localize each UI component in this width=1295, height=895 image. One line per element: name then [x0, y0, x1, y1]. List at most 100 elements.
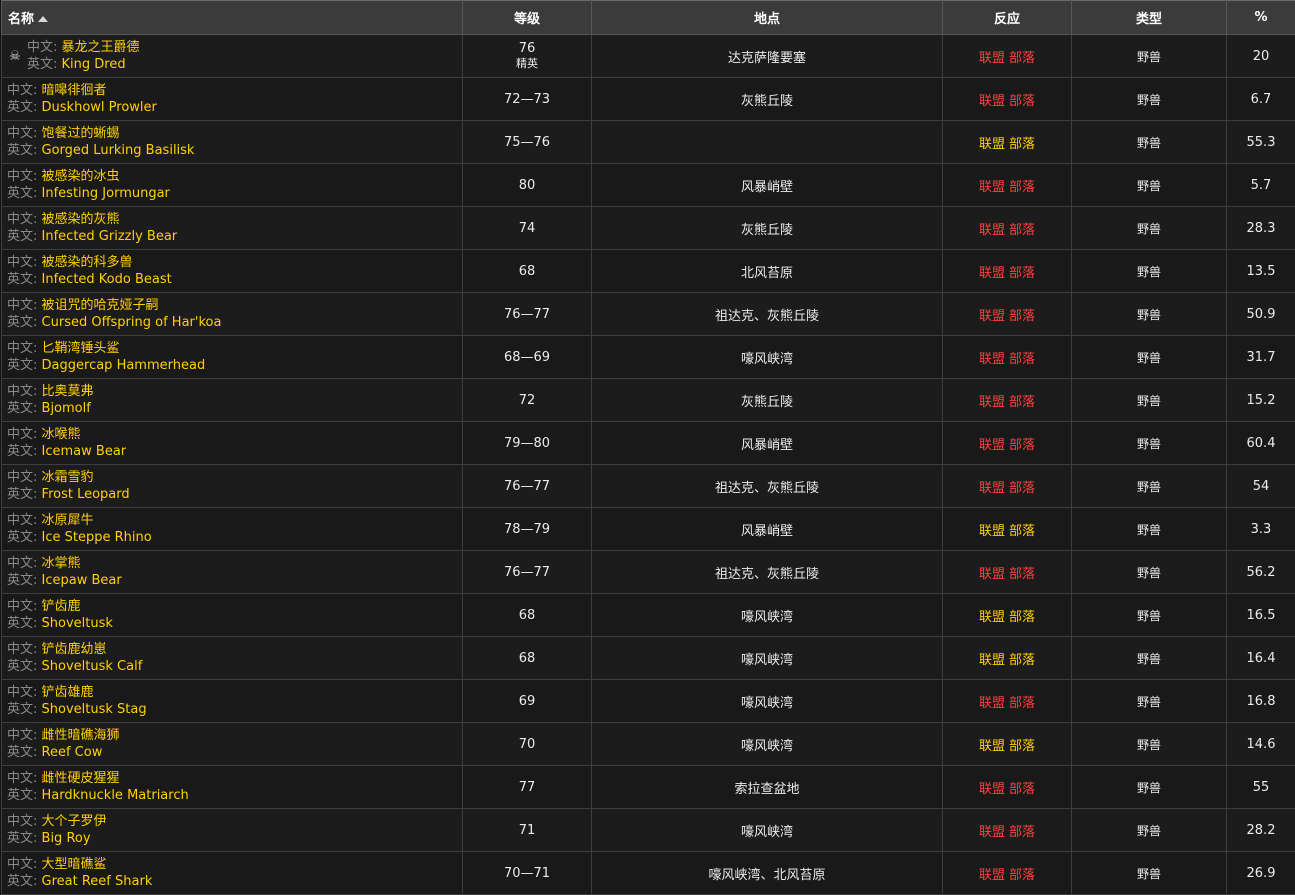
npc-name-en-link[interactable]: King Dred: [62, 57, 126, 72]
cn-label: 中文:: [7, 341, 37, 356]
npc-name-cn-link[interactable]: 饱餐过的蜥蜴: [42, 126, 120, 141]
npc-name-en-link[interactable]: Gorged Lurking Basilisk: [42, 143, 195, 158]
npc-name-cn-link[interactable]: 铲齿鹿: [42, 599, 81, 614]
level-value: 77: [463, 780, 591, 795]
npc-name-en-link[interactable]: Hardknuckle Matriarch: [42, 788, 189, 803]
column-header-type[interactable]: 类型: [1072, 1, 1227, 35]
npc-name-cn-link[interactable]: 冰喉熊: [42, 427, 81, 442]
npc-name-cn-link[interactable]: 比奥莫弗: [42, 384, 94, 399]
npc-name-en-link[interactable]: Bjomolf: [42, 401, 91, 416]
table-row[interactable]: 中文: 冰霜雪豹英文: Frost Leopard76—77祖达克、灰熊丘陵联盟…: [2, 465, 1295, 508]
column-header-reaction[interactable]: 反应: [943, 1, 1072, 35]
horde-reaction: 部落: [1009, 653, 1035, 668]
npc-name-en-link[interactable]: Duskhowl Prowler: [42, 100, 157, 115]
npc-name-en-link[interactable]: Daggercap Hammerhead: [42, 358, 206, 373]
npc-name-cn-link[interactable]: 大型暗礁鲨: [42, 857, 107, 872]
npc-name-cn-link[interactable]: 铲齿雄鹿: [42, 685, 94, 700]
table-row[interactable]: 中文: 被诅咒的哈克娅子嗣英文: Cursed Offspring of Har…: [2, 293, 1295, 336]
npc-name-cn-link[interactable]: 大个子罗伊: [42, 814, 107, 829]
table-row[interactable]: 中文: 雌性硬皮猩猩英文: Hardknuckle Matriarch77索拉查…: [2, 766, 1295, 809]
name-cn-line: 中文: 被感染的科多兽: [7, 254, 172, 271]
table-row[interactable]: 中文: 被感染的科多兽英文: Infected Kodo Beast68北风苔原…: [2, 250, 1295, 293]
en-label: 英文:: [27, 57, 57, 72]
column-header-name[interactable]: 名称: [2, 1, 463, 35]
horde-reaction: 部落: [1009, 180, 1035, 195]
npc-name-cn-link[interactable]: 铲齿鹿幼崽: [42, 642, 107, 657]
name-cell: 中文: 饱餐过的蜥蜴英文: Gorged Lurking Basilisk: [2, 121, 463, 164]
npc-name-en-link[interactable]: Great Reef Shark: [42, 874, 153, 889]
reaction-cell: 联盟部落: [943, 852, 1072, 895]
npc-name-en-link[interactable]: Shoveltusk Stag: [42, 702, 147, 717]
name-cell: 中文: 比奥莫弗英文: Bjomolf: [2, 379, 463, 422]
table-row[interactable]: 中文: 大个子罗伊英文: Big Roy71嚎风峡湾联盟部落野兽28.2: [2, 809, 1295, 852]
en-label: 英文:: [7, 229, 37, 244]
column-header-level[interactable]: 等级: [463, 1, 592, 35]
npc-name-cn-link[interactable]: 暴龙之王爵德: [62, 40, 140, 55]
npc-name-cn-link[interactable]: 雌性硬皮猩猩: [42, 771, 120, 786]
table-row[interactable]: 中文: 雌性暗礁海狮英文: Reef Cow70嚎风峡湾联盟部落野兽14.6: [2, 723, 1295, 766]
npc-name-cn-link[interactable]: 被诅咒的哈克娅子嗣: [42, 298, 159, 313]
table-row[interactable]: 中文: 铲齿鹿幼崽英文: Shoveltusk Calf68嚎风峡湾联盟部落野兽…: [2, 637, 1295, 680]
npc-name-cn-link[interactable]: 冰原犀牛: [42, 513, 94, 528]
npc-name-cn-link[interactable]: 匕鞘湾锤头鲨: [42, 341, 120, 356]
level-cell: 72: [463, 379, 592, 422]
percent-cell: 14.6: [1227, 723, 1295, 766]
name-en-line: 英文: Gorged Lurking Basilisk: [7, 142, 194, 159]
table-row[interactable]: 中文: 冰原犀牛英文: Ice Steppe Rhino78—79风暴峭壁联盟部…: [2, 508, 1295, 551]
horde-reaction: 部落: [1009, 524, 1035, 539]
en-label: 英文:: [7, 272, 37, 287]
reaction-cell: 联盟部落: [943, 594, 1072, 637]
npc-name-cn-link[interactable]: 雌性暗礁海狮: [42, 728, 120, 743]
table-row[interactable]: 中文: 比奥莫弗英文: Bjomolf72灰熊丘陵联盟部落野兽15.2: [2, 379, 1295, 422]
level-cell: 76精英: [463, 35, 592, 78]
npc-name-en-link[interactable]: Shoveltusk: [42, 616, 113, 631]
table-body: ☠中文: 暴龙之王爵德英文: King Dred76精英达克萨隆要塞联盟部落野兽…: [2, 35, 1295, 895]
table-row[interactable]: 中文: 被感染的冰虫英文: Infesting Jormungar80风暴峭壁联…: [2, 164, 1295, 207]
npc-name-en-link[interactable]: Icemaw Bear: [42, 444, 127, 459]
npc-name-cn-link[interactable]: 被感染的冰虫: [42, 169, 120, 184]
skull-icon: ☠: [8, 49, 22, 64]
name-en-line: 英文: Infesting Jormungar: [7, 185, 170, 202]
npc-name-en-link[interactable]: Reef Cow: [42, 745, 103, 760]
percent-cell: 3.3: [1227, 508, 1295, 551]
table-row[interactable]: 中文: 铲齿鹿英文: Shoveltusk68嚎风峡湾联盟部落野兽16.5: [2, 594, 1295, 637]
npc-name-cn-link[interactable]: 被感染的科多兽: [42, 255, 133, 270]
npc-name-en-link[interactable]: Icepaw Bear: [42, 573, 122, 588]
npc-name-cn-link[interactable]: 冰霜雪豹: [42, 470, 94, 485]
npc-name-en-link[interactable]: Ice Steppe Rhino: [42, 530, 152, 545]
npc-name-en-link[interactable]: Frost Leopard: [42, 487, 130, 502]
table-row[interactable]: 中文: 铲齿雄鹿英文: Shoveltusk Stag69嚎风峡湾联盟部落野兽1…: [2, 680, 1295, 723]
horde-reaction: 部落: [1009, 309, 1035, 324]
level-value: 68—69: [463, 350, 591, 365]
npc-name-en-link[interactable]: Infected Grizzly Bear: [42, 229, 178, 244]
npc-name-en-link[interactable]: Shoveltusk Calf: [42, 659, 143, 674]
cn-label: 中文:: [7, 599, 37, 614]
level-value: 70—71: [463, 866, 591, 881]
name-en-line: 英文: Shoveltusk: [7, 615, 113, 632]
table-row[interactable]: 中文: 饱餐过的蜥蜴英文: Gorged Lurking Basilisk75—…: [2, 121, 1295, 164]
npc-name-en-link[interactable]: Infected Kodo Beast: [42, 272, 172, 287]
npc-name-en-link[interactable]: Big Roy: [42, 831, 91, 846]
percent-cell: 13.5: [1227, 250, 1295, 293]
table-row[interactable]: 中文: 大型暗礁鲨英文: Great Reef Shark70—71嚎风峡湾、北…: [2, 852, 1295, 895]
table-row[interactable]: 中文: 冰掌熊英文: Icepaw Bear76—77祖达克、灰熊丘陵联盟部落野…: [2, 551, 1295, 594]
name-cell: ☠中文: 暴龙之王爵德英文: King Dred: [2, 35, 463, 78]
table-row[interactable]: 中文: 冰喉熊英文: Icemaw Bear79—80风暴峭壁联盟部落野兽60.…: [2, 422, 1295, 465]
reaction-cell: 联盟部落: [943, 809, 1072, 852]
npc-name-en-link[interactable]: Cursed Offspring of Har'koa: [42, 315, 222, 330]
table-row[interactable]: 中文: 被感染的灰熊英文: Infected Grizzly Bear74灰熊丘…: [2, 207, 1295, 250]
npc-name-cn-link[interactable]: 暗嗥徘徊者: [42, 83, 107, 98]
npc-name-en-link[interactable]: Infesting Jormungar: [42, 186, 170, 201]
npc-name-cn-link[interactable]: 被感染的灰熊: [42, 212, 120, 227]
table-row[interactable]: 中文: 暗嗥徘徊者英文: Duskhowl Prowler72—73灰熊丘陵联盟…: [2, 78, 1295, 121]
table-row[interactable]: 中文: 匕鞘湾锤头鲨英文: Daggercap Hammerhead68—69嚎…: [2, 336, 1295, 379]
npc-name-cn-link[interactable]: 冰掌熊: [42, 556, 81, 571]
column-header-percent[interactable]: %: [1227, 1, 1295, 35]
alliance-reaction: 联盟: [979, 352, 1005, 367]
en-label: 英文:: [7, 530, 37, 545]
percent-cell: 16.5: [1227, 594, 1295, 637]
type-cell: 野兽: [1072, 207, 1227, 250]
column-header-location[interactable]: 地点: [592, 1, 943, 35]
level-cell: 70: [463, 723, 592, 766]
table-row[interactable]: ☠中文: 暴龙之王爵德英文: King Dred76精英达克萨隆要塞联盟部落野兽…: [2, 35, 1295, 78]
